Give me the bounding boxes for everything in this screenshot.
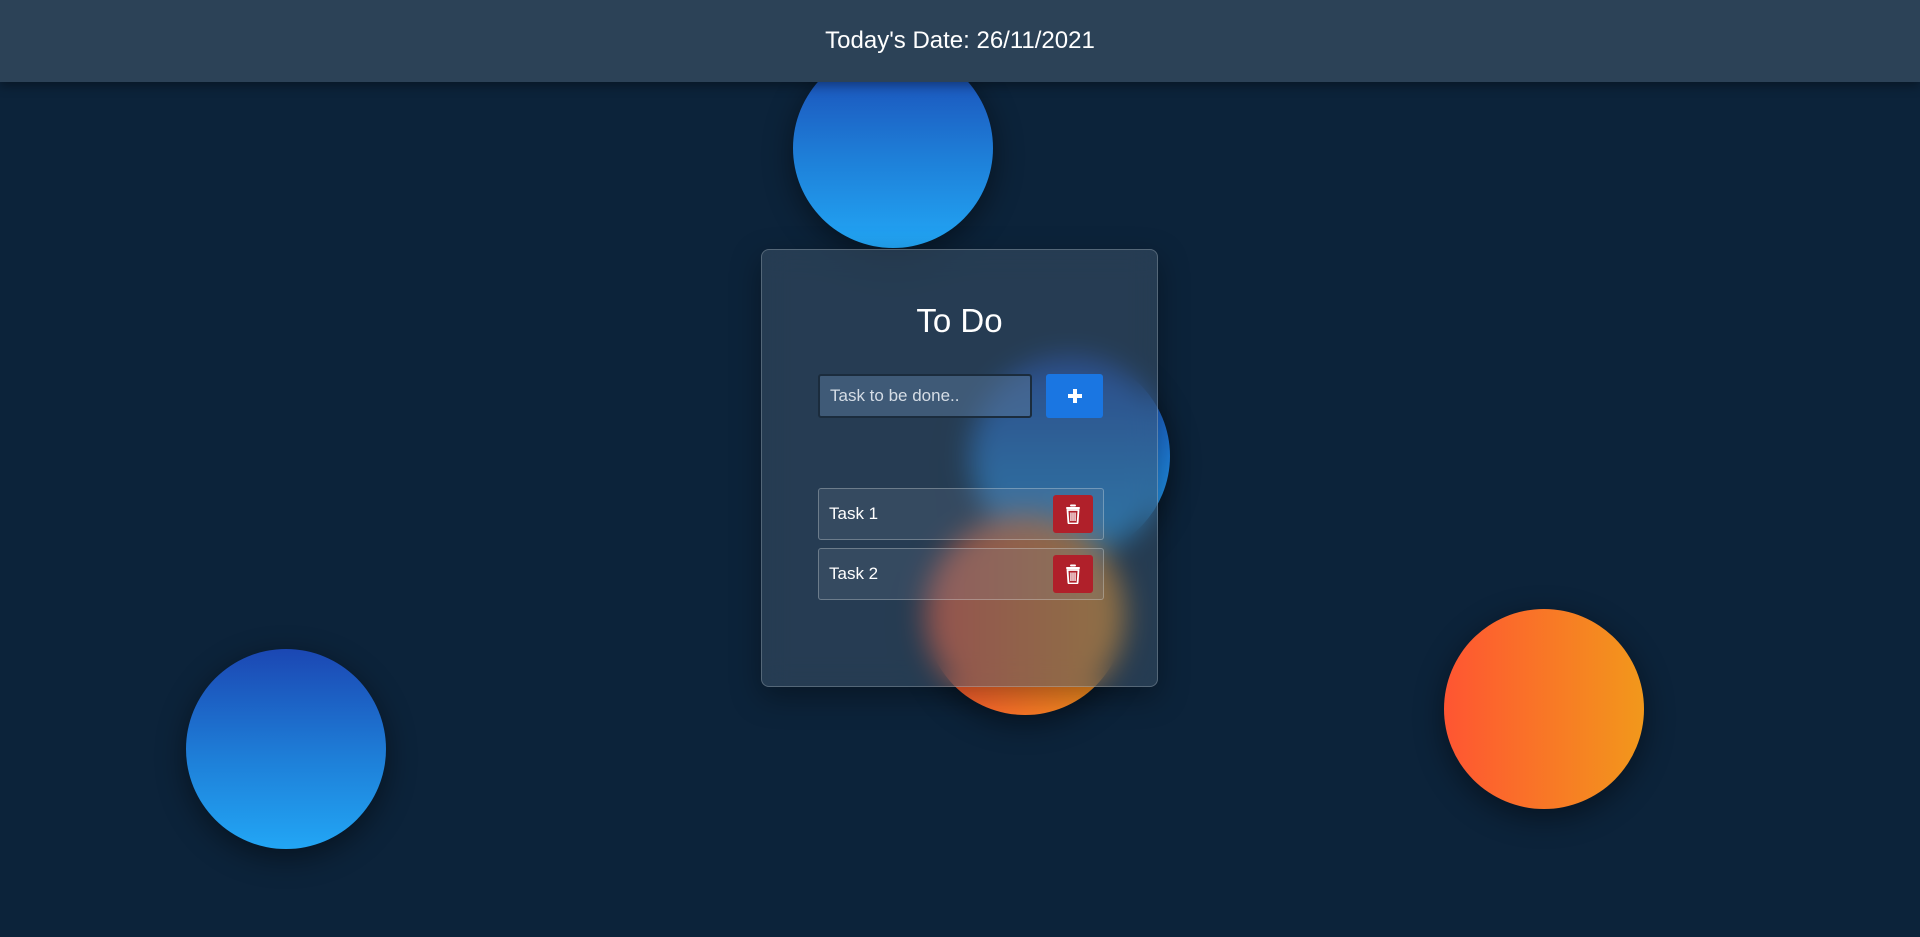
- todo-title: To Do: [916, 302, 1003, 339]
- decorative-orange-circle-right: [1444, 609, 1644, 809]
- todays-date-text: Today's Date: 26/11/2021: [825, 27, 1095, 54]
- task-item: Task 1: [818, 488, 1104, 540]
- header-bar: Today's Date: 26/11/2021: [0, 0, 1920, 82]
- decorative-blue-circle-left: [186, 649, 386, 849]
- task-input[interactable]: [818, 374, 1032, 418]
- trash-icon: [1066, 504, 1080, 524]
- page: Today's Date: 26/11/2021 To Do Task 1: [0, 0, 1920, 937]
- task-list: Task 1 Task 2: [818, 488, 1104, 608]
- task-label: Task 1: [829, 504, 879, 523]
- todo-card: To Do Task 1: [761, 249, 1158, 687]
- trash-icon: [1066, 564, 1080, 584]
- task-label: Task 2: [829, 564, 879, 583]
- delete-task-button[interactable]: [1053, 495, 1093, 533]
- plus-icon: [1067, 389, 1082, 403]
- delete-task-button[interactable]: [1053, 555, 1093, 593]
- task-item: Task 2: [818, 548, 1104, 600]
- add-task-button[interactable]: [1046, 374, 1103, 418]
